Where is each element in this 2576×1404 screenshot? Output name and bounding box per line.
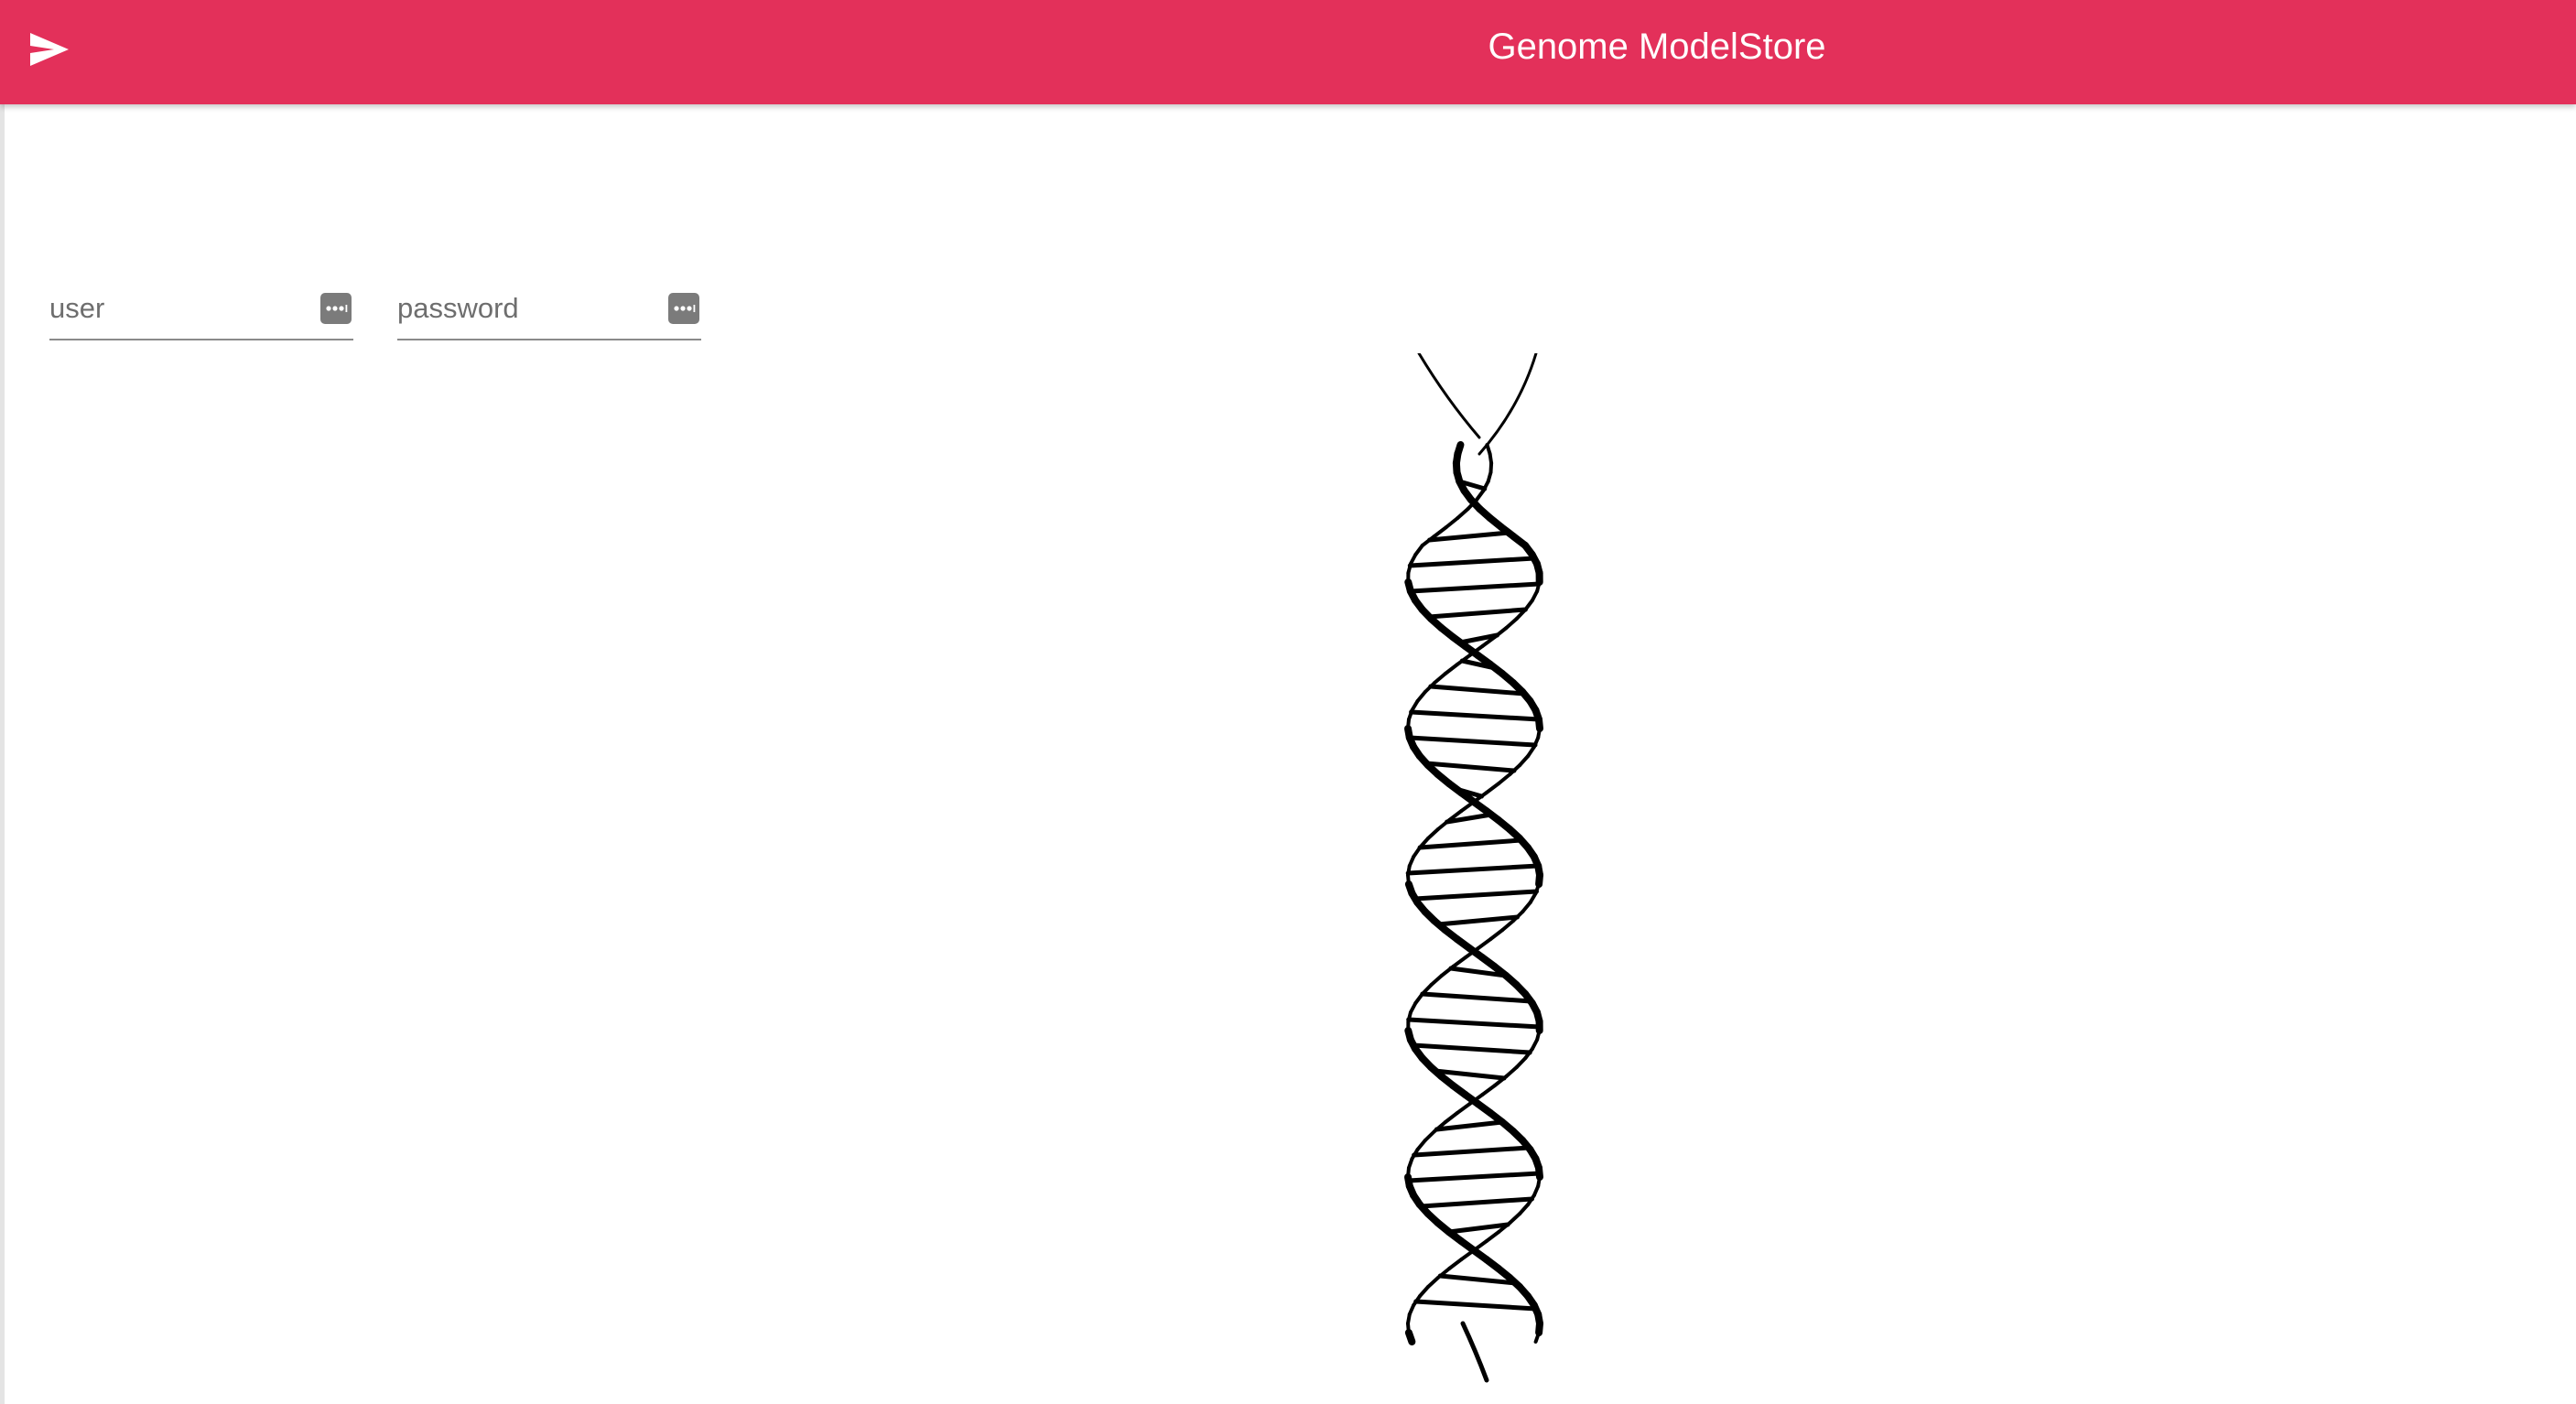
send-button[interactable]: [26, 26, 73, 73]
helix-base-pair: [1405, 863, 1541, 876]
helix-base-pair: [1419, 1196, 1534, 1209]
user-field: [49, 286, 353, 340]
helix-strand-1: [1492, 626, 1509, 639]
helix-base-pair: [1417, 837, 1524, 850]
helix-strand-2: [1435, 818, 1452, 831]
helix-strand-2: [1459, 800, 1477, 813]
helix-strand-1: [1429, 974, 1444, 987]
helix-base-pair: [1420, 991, 1533, 1004]
helix-strand-2: [1518, 754, 1531, 767]
helix-tail: [1477, 353, 1538, 456]
page: Genome ModelStore: [0, 0, 2576, 1404]
helix-base-pair: [1408, 581, 1542, 594]
helix-strand-1: [1433, 672, 1447, 685]
helix-strand-2: [1426, 827, 1440, 840]
helix-strand-2: [1504, 1065, 1519, 1078]
helix-strand-2: [1484, 782, 1501, 794]
user-input[interactable]: [49, 286, 306, 331]
helix-strand-1: [1443, 663, 1459, 675]
helix-strand-2: [1432, 525, 1448, 538]
password-manager-icon[interactable]: [668, 293, 699, 324]
helix-base-pair: [1407, 556, 1537, 568]
helix-base-pair: [1426, 607, 1528, 620]
app-title: Genome ModelStore: [1488, 27, 1826, 67]
helix-strand-1: [1439, 965, 1456, 977]
helix-strand-2: [1497, 772, 1512, 785]
helix-strand-1: [1508, 1212, 1522, 1225]
helix-strand-1: [1500, 919, 1516, 932]
helix-base-pair: [1412, 1145, 1532, 1158]
send-icon: [30, 33, 69, 66]
helix-strand-2: [1480, 1084, 1497, 1096]
helix-base-pair: [1407, 735, 1538, 748]
helix-base-pair: [1427, 530, 1511, 543]
password-field: [397, 286, 701, 340]
helix-base-pair: [1423, 761, 1517, 773]
helix-base-pair: [1405, 1171, 1542, 1183]
helix-strand-2: [1455, 1102, 1472, 1115]
helix-strand-2: [1514, 1056, 1528, 1069]
helix-strand-2: [1444, 516, 1460, 529]
helix-strand-1: [1518, 1203, 1531, 1215]
helix-strand-2: [1456, 507, 1470, 520]
helix-strand-1: [1447, 1258, 1464, 1270]
helix-strand-1: [1488, 928, 1505, 941]
helix-strand-1: [1404, 1329, 1416, 1345]
helix-strand-2: [1423, 1129, 1437, 1142]
helix-strand-1: [1426, 1276, 1440, 1289]
helix-strand-1: [1504, 617, 1519, 630]
password-input[interactable]: [397, 286, 654, 331]
password-manager-icon[interactable]: [320, 293, 352, 324]
helix-base-pair: [1411, 1042, 1532, 1055]
helix-strand-1: [1476, 937, 1493, 950]
helix-tail: [1460, 1321, 1489, 1383]
helix-strand-1: [1484, 1230, 1501, 1243]
helix-base-pair: [1413, 1299, 1539, 1312]
helix-base-pair: [1428, 684, 1527, 697]
left-edge-divider: [0, 104, 5, 1404]
helix-base-pair: [1435, 914, 1520, 927]
helix-strand-1: [1451, 956, 1467, 968]
helix-tail: [1417, 353, 1481, 439]
helix-strand-1: [1418, 1285, 1430, 1298]
helix-strand-2: [1443, 1111, 1459, 1124]
app-bar: Genome ModelStore: [0, 0, 2576, 104]
dna-helix-illustration: [1404, 353, 1543, 1383]
helix-base-pair: [1406, 1017, 1542, 1030]
helix-base-pair: [1409, 709, 1542, 722]
helix-base-pair: [1412, 889, 1539, 902]
